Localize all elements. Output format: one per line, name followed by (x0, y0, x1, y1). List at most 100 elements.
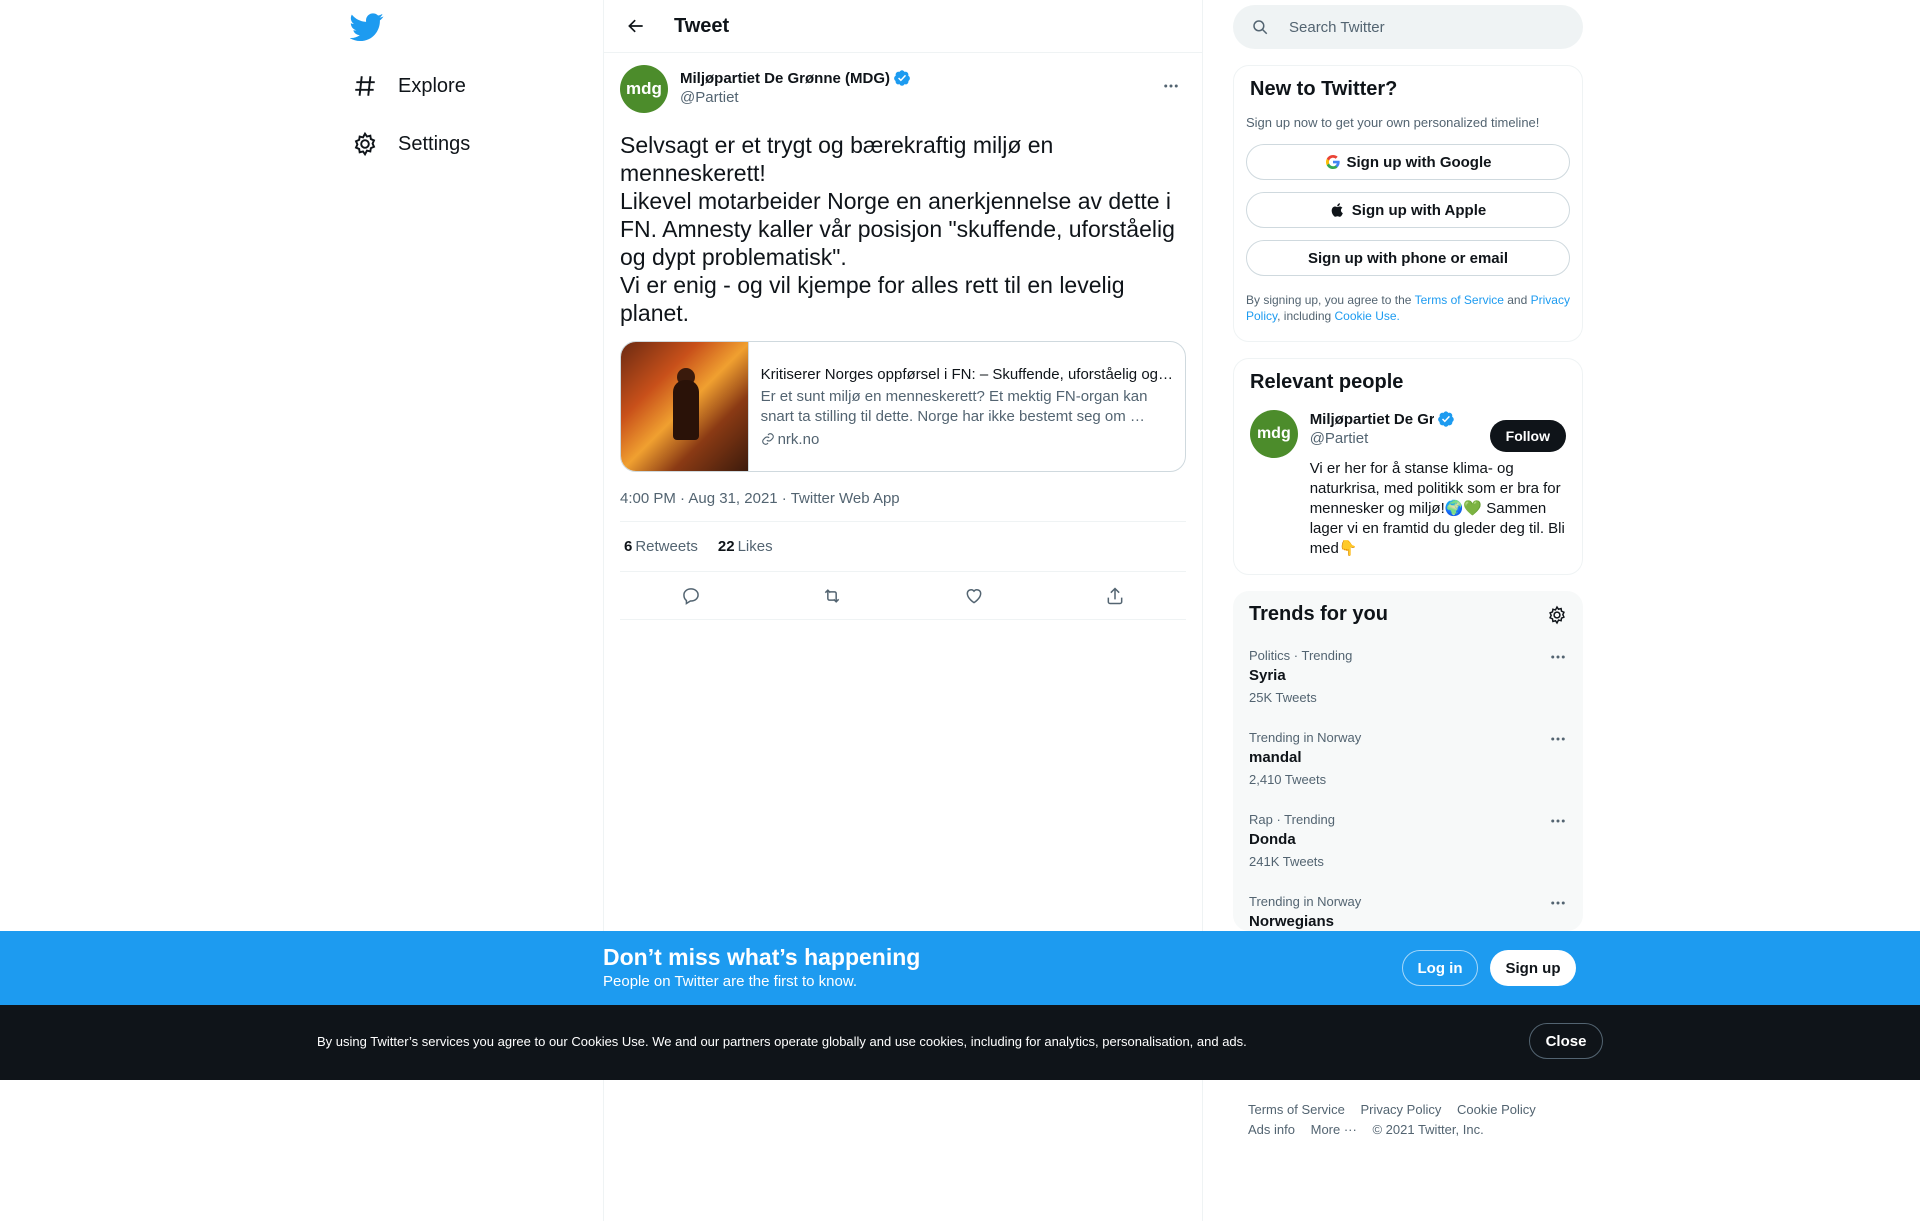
back-button[interactable] (618, 8, 654, 44)
signup-google-button[interactable]: Sign up with Google (1246, 144, 1570, 180)
trend-count: 25K Tweets (1249, 690, 1317, 705)
login-button[interactable]: Log in (1402, 950, 1478, 986)
signup-apple-button[interactable]: Sign up with Apple (1246, 192, 1570, 228)
trend-name: mandal (1249, 749, 1302, 766)
trends-title: Trends for you (1249, 603, 1388, 625)
reply-button[interactable] (674, 579, 708, 613)
trend-count: 2,410 Tweets (1249, 772, 1327, 787)
legal-including: , including (1277, 309, 1335, 323)
trend-name: Syria (1249, 667, 1286, 684)
follow-button[interactable]: Follow (1489, 420, 1566, 452)
trend-item[interactable]: Politics · Trending Syria 25K Tweets (1233, 636, 1583, 718)
legal-pre: By signing up, you agree to the (1246, 293, 1415, 307)
tweet: mdg Miljøpartiet De Grønne (MDG) @Partie… (604, 53, 1202, 620)
avatar[interactable]: mdg (620, 65, 668, 113)
share-icon (1107, 586, 1123, 604)
signup-subtitle: Sign up now to get your own personalized… (1246, 115, 1540, 130)
search-icon (1253, 20, 1268, 35)
tweet-date[interactable]: Aug 31, 2021 (688, 490, 777, 507)
close-button[interactable]: Close (1529, 1023, 1603, 1059)
author-handle[interactable]: @Partiet (680, 89, 911, 106)
trend-item[interactable]: Trending in Norway Norwegians (1233, 882, 1583, 931)
footer-cookie-link[interactable]: Cookie Policy (1457, 1102, 1536, 1117)
more-horizontal-icon[interactable] (1549, 730, 1567, 748)
trend-context: Trending in Norway (1249, 730, 1362, 745)
cookie-use-link[interactable]: Cookie Use. (1335, 309, 1400, 323)
card-domain-row: nrk.no (761, 431, 1173, 448)
footer-more-link[interactable]: More ··· (1311, 1122, 1357, 1137)
more-horizontal-icon[interactable] (1549, 812, 1567, 830)
cookie-text: By using Twitter’s services you agree to… (317, 1034, 1247, 1049)
likes-label: Likes (737, 538, 773, 555)
person-name-row[interactable]: Miljøpartiet De Grønne (MDG) (1310, 410, 1455, 428)
person-avatar[interactable]: mdg (1250, 410, 1298, 458)
footer-terms-link[interactable]: Terms of Service (1248, 1102, 1345, 1117)
terms-link[interactable]: Terms of Service (1415, 293, 1504, 307)
footer-copyright: © 2021 Twitter, Inc. (1372, 1122, 1484, 1137)
trend-item[interactable]: Rap · Trending Donda 241K Tweets (1233, 800, 1583, 882)
search-input[interactable] (1289, 18, 1549, 36)
more-options-button[interactable] (1156, 71, 1186, 101)
hashtag-icon (355, 76, 375, 96)
likes-count: 22 (717, 538, 735, 555)
verified-badge-icon (894, 70, 910, 86)
trend-context: Politics · Trending (1249, 648, 1353, 663)
tweet-meta: 4:00 PM · Aug 31, 2021 · Twitter Web App (620, 490, 1186, 522)
retweet-button[interactable] (815, 579, 849, 613)
twitter-logo-icon[interactable] (350, 10, 384, 44)
link-icon (761, 433, 774, 445)
share-button[interactable] (1098, 579, 1132, 613)
more-horizontal-icon[interactable] (1549, 648, 1567, 666)
footer-ads-link[interactable]: Ads info (1248, 1122, 1295, 1137)
trends-box: Trends for you Politics · Trending Syria… (1233, 591, 1583, 931)
nav-explore[interactable]: Explore (352, 73, 466, 99)
banner-subtitle: People on Twitter are the first to know. (603, 973, 858, 990)
trend-item[interactable]: Trending in Norway mandal 2,410 Tweets (1233, 718, 1583, 800)
card-image (621, 342, 749, 471)
signup-phone-button[interactable]: Sign up with phone or email (1246, 240, 1570, 276)
arrow-left-icon (628, 19, 643, 33)
author-name: Miljøpartiet De Grønne (MDG) (680, 69, 890, 87)
card-title: Kritiserer Norges oppførsel i FN: – Skuf… (760, 365, 1173, 383)
verified-badge-icon (1437, 411, 1454, 427)
gear-icon[interactable] (1547, 605, 1567, 625)
nav-settings-label: Settings (398, 132, 471, 155)
retweets-stat[interactable]: 6 Retweets (624, 538, 698, 555)
legal-and: and (1503, 293, 1531, 307)
tweet-time[interactable]: 4:00 PM (620, 490, 676, 507)
page-title: Tweet (674, 14, 730, 37)
like-button[interactable] (957, 579, 991, 613)
footer-privacy-link[interactable]: Privacy Policy (1360, 1102, 1441, 1117)
nav-explore-label: Explore (398, 74, 466, 97)
person-row[interactable]: mdg Miljøpartiet De Grønne (MDG) @Partie… (1234, 394, 1582, 559)
trend-name: Norwegians (1249, 913, 1335, 930)
author-name-row[interactable]: Miljøpartiet De Grønne (MDG) (680, 69, 911, 87)
trend-context: Rap · Trending (1249, 812, 1335, 827)
gear-icon (354, 131, 376, 157)
signup-legal: By signing up, you agree to the Terms of… (1234, 276, 1582, 324)
more-horizontal-icon[interactable] (1549, 894, 1567, 912)
retweets-label: Retweets (635, 538, 698, 555)
cookie-bar: By using Twitter’s services you agree to… (0, 1005, 1920, 1080)
signup-title: New to Twitter? (1250, 78, 1398, 100)
right-sidebar: New to Twitter? Sign up now to get your … (1233, 0, 1583, 931)
tweet-stats: 6 Retweets 22 Likes (620, 522, 1186, 572)
trend-name: Donda (1249, 831, 1296, 848)
nav-settings[interactable]: Settings (352, 131, 470, 157)
signup-banner: Don’t miss what’s happening People on Tw… (0, 931, 1920, 1005)
tweet-author: Miljøpartiet De Grønne (MDG) @Partiet (680, 69, 911, 106)
likes-stat[interactable]: 22 Likes (718, 538, 773, 555)
signup-google-label: Sign up with Google (1346, 153, 1492, 171)
banner-title: Don’t miss what’s happening (603, 944, 921, 970)
heart-icon (966, 588, 982, 604)
link-card[interactable]: Kritiserer Norges oppførsel i FN: – Skuf… (620, 341, 1186, 472)
relevant-people-box: Relevant people mdg Miljøpartiet De Grøn… (1233, 358, 1583, 575)
apple-icon (1331, 203, 1343, 217)
relevant-people-title: Relevant people (1250, 371, 1404, 393)
search-bar[interactable] (1233, 5, 1583, 49)
signup-button[interactable]: Sign up (1490, 950, 1576, 986)
retweet-icon (825, 588, 840, 603)
person-name: Miljøpartiet De Grønne (MDG) (1309, 410, 1434, 428)
signup-box: New to Twitter? Sign up now to get your … (1233, 65, 1583, 342)
tweet-source[interactable]: Twitter Web App (791, 490, 900, 507)
